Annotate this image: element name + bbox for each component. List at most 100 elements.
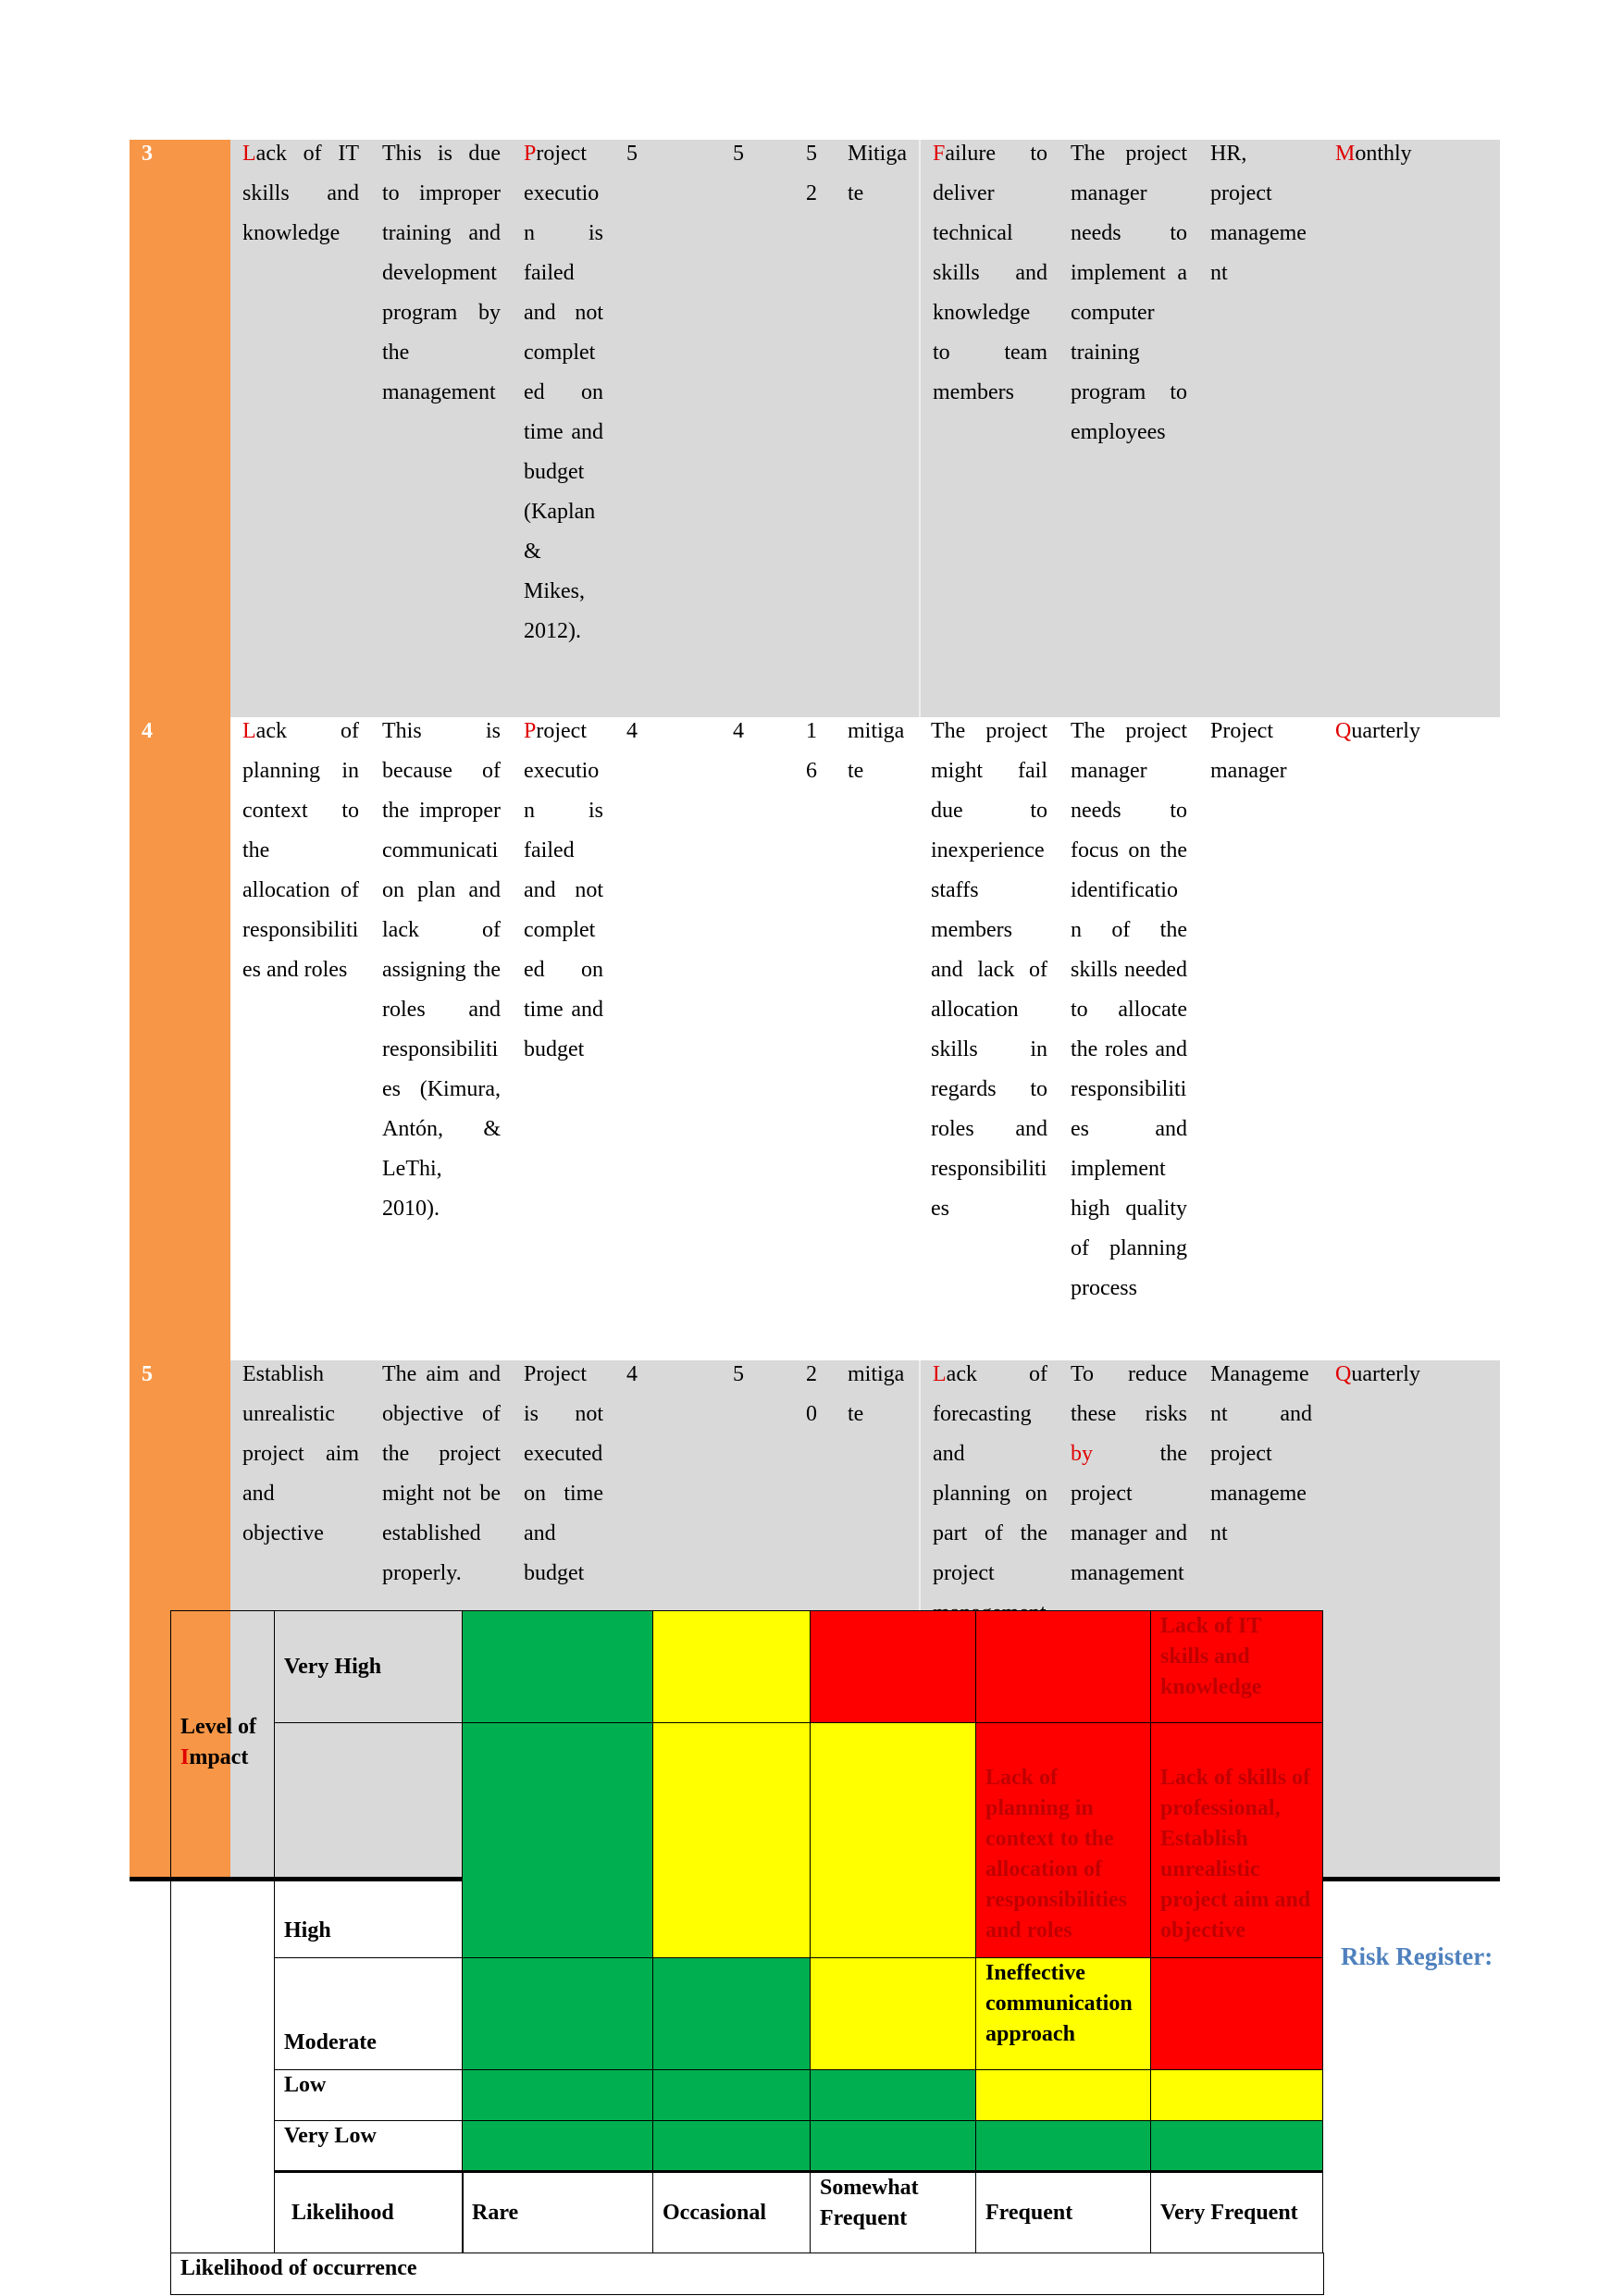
cell-cause: This is because of the improper communic…	[370, 717, 512, 1360]
impact-level-high: High	[274, 1722, 464, 1958]
matrix-cell-red: Lack of planning in context to the alloc…	[975, 1722, 1151, 1958]
likelihood-header: Likelihood	[274, 2172, 464, 2253]
matrix-cell-red: Lack of skills of professional, Establis…	[1150, 1722, 1323, 1958]
cell-text: P	[524, 719, 537, 743]
cell-text: F	[933, 142, 946, 166]
matrix-cell-yellow	[1150, 2069, 1323, 2121]
matrix-cell-yellow	[975, 2069, 1151, 2121]
matrix-risk-text: Lack of skills of professional, Establis…	[1160, 1766, 1311, 1942]
matrix-cell-green	[462, 1957, 653, 2070]
impact-level-very-low: Very Low	[274, 2120, 464, 2173]
cell-text: uarterly	[1351, 719, 1420, 743]
cell-text: The project manager needs to implement a…	[1071, 142, 1187, 444]
cell-risk-id: 3	[130, 140, 230, 717]
impact-level-label: Very Low	[284, 2124, 377, 2148]
cell-text: mitigate	[848, 719, 905, 783]
cell-risk: Lack of planning in context to the alloc…	[230, 717, 370, 1360]
table-row: 3 Lack of IT skills and knowledge This is …	[130, 140, 1500, 717]
cell-text: Project manager	[1210, 719, 1287, 783]
cell-text: The project might fail due to inexperien…	[931, 719, 1047, 1221]
cell-text: L	[242, 719, 256, 743]
cell-likelihood: 4	[614, 717, 721, 1360]
axis-label-text: I	[180, 1745, 190, 1769]
likelihood-level-label: Very Frequent	[1160, 2200, 1298, 2225]
cell-text: 20	[806, 1362, 817, 1426]
likelihood-level-label: Somewhat Frequent	[820, 2176, 919, 2230]
cell-text: 4	[142, 719, 153, 743]
matrix-cell-yellow	[810, 1957, 976, 2070]
matrix-cell-yellow	[652, 1722, 811, 1958]
matrix-cell-red	[1150, 1957, 1323, 2070]
matrix-cell-green	[810, 2120, 976, 2173]
matrix-cell-green	[462, 2120, 653, 2173]
table-row: 4 Lack of planning in context to the allo…	[130, 717, 1500, 1360]
matrix-cell-yellow	[810, 1722, 976, 1958]
cell-text: This is due to improper training and dev…	[382, 142, 501, 404]
cell-text: 5	[142, 1362, 153, 1386]
likelihood-level: Frequent	[975, 2172, 1151, 2253]
matrix-cell-green	[652, 1957, 811, 2070]
cell-frequency: Monthly	[1323, 140, 1500, 717]
cell-impact: 5	[721, 140, 794, 717]
impact-level-low: Low	[274, 2069, 464, 2121]
likelihood-level: Somewhat Frequent	[810, 2172, 976, 2253]
impact-level-label: High	[284, 1918, 331, 1942]
cell-likelihood: 5	[614, 140, 721, 717]
likelihood-level: Very Frequent	[1150, 2172, 1323, 2253]
likelihood-level-label: Occasional	[663, 2200, 766, 2225]
cell-owner: Project manager	[1198, 717, 1323, 1360]
cell-text: The aim and objective of the project mig…	[382, 1362, 501, 1585]
cell-risk-id: 4	[130, 717, 230, 1360]
cell-text: 3	[142, 142, 153, 166]
cell-text: HR, project management	[1210, 142, 1307, 285]
cell-score: 52	[794, 140, 836, 717]
likelihood-level-label: Frequent	[985, 2200, 1073, 2225]
cell-text: 4	[626, 719, 638, 743]
matrix-cell-red	[810, 1610, 976, 1723]
cell-action: The project manager needs to implement a…	[1059, 140, 1198, 717]
cell-response: mitigate	[836, 717, 919, 1360]
axis-label-text: Level of	[180, 1715, 256, 1739]
impact-level-label: Low	[284, 2073, 327, 2097]
cell-consequence: The project might fail due to inexperien…	[919, 717, 1059, 1360]
impact-axis-label: Level of Impact	[170, 1610, 275, 2253]
cell-text: To reduce these risks	[1071, 1362, 1187, 1426]
cell-text: onthly	[1355, 142, 1412, 166]
cell-text: 4	[733, 719, 744, 743]
cell-text: 16	[806, 719, 817, 783]
cell-text: P	[524, 142, 537, 166]
likelihood-level: Rare	[462, 2172, 653, 2253]
cell-text: Mitigate	[848, 142, 907, 205]
matrix-cell-green	[462, 2069, 653, 2121]
cell-frequency: Quarterly	[1323, 717, 1500, 1360]
cell-text: L	[933, 1362, 947, 1386]
matrix-cell-green	[652, 2120, 811, 2173]
impact-level-very-high: Very High	[274, 1610, 464, 1723]
cell-owner: HR, project management	[1198, 140, 1323, 717]
matrix-cell-red: Lack of IT skills and knowledge	[1150, 1610, 1323, 1723]
cell-text: ack of planning in context to the alloca…	[242, 719, 359, 982]
matrix-risk-text: Lack of IT skills and knowledge	[1160, 1614, 1262, 1699]
matrix-cell-yellow: Ineffective communication approach	[975, 1957, 1151, 2070]
cell-text: ack of IT skills and knowledge	[242, 142, 359, 245]
impact-level-moderate: Moderate	[274, 1957, 464, 2070]
cell-text: L	[242, 142, 256, 166]
likelihood-footer: Likelihood of occurrence	[170, 2253, 1324, 2295]
matrix-cell-yellow	[652, 1610, 811, 1723]
cell-text: 5	[733, 142, 744, 166]
cell-frequency: Quarterly	[1323, 1360, 1500, 1880]
cell-text: ack of forecasting and planning on part …	[933, 1362, 1047, 1625]
matrix-cell-green	[462, 1722, 653, 1958]
matrix-risk-text: Ineffective communication approach	[985, 1961, 1133, 2046]
matrix-risk-text: Lack of planning in context to the alloc…	[985, 1766, 1127, 1942]
axis-label-text: mpact	[189, 1745, 249, 1769]
matrix-cell-green	[652, 2069, 811, 2121]
cell-response: Mitigate	[836, 140, 919, 717]
cell-score: 16	[794, 717, 836, 1360]
cell-text: The project manager needs to focus on th…	[1071, 719, 1187, 1300]
cell-text: 52	[806, 142, 817, 205]
cell-text: Q	[1335, 1362, 1352, 1386]
cell-text: ailure to deliver technical skills and k…	[933, 142, 1047, 404]
impact-level-label: Very High	[284, 1654, 382, 1679]
cell-text: uarterly	[1351, 1362, 1420, 1386]
